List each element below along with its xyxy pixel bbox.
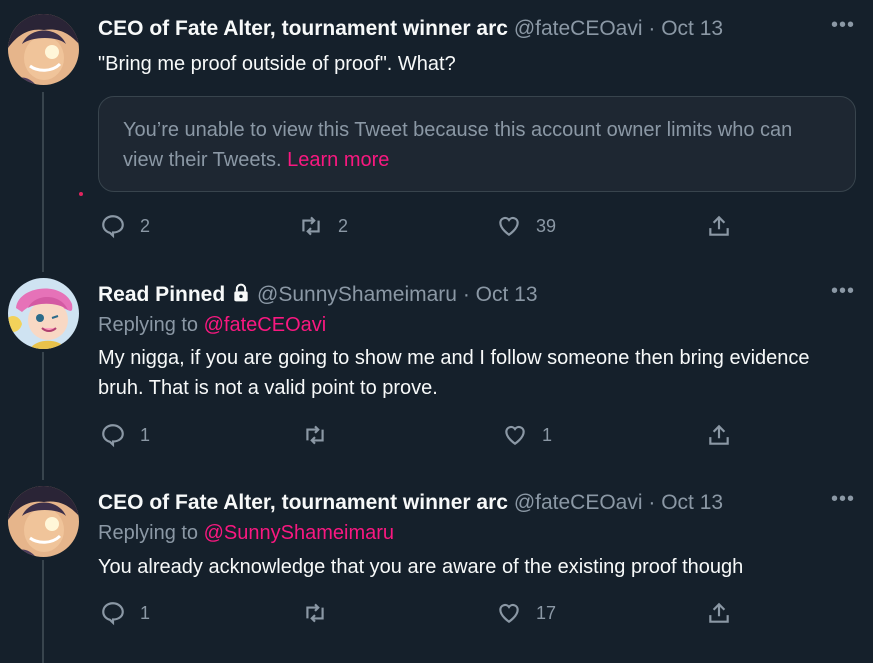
tweet-text: My nigga, if you are going to show me an… <box>98 347 810 399</box>
share-icon <box>709 424 729 445</box>
like-count: 17 <box>536 602 557 623</box>
mention-link[interactable]: @SunnyShameimaru <box>204 522 394 544</box>
share-button[interactable] <box>706 600 732 626</box>
replying-to: Replying to @SunnyShameimaru <box>98 522 394 545</box>
share-button[interactable] <box>706 422 732 448</box>
avatar[interactable] <box>8 278 79 349</box>
more-options-icon[interactable]: ••• <box>831 488 855 511</box>
tweet-actions: 1 17 <box>98 600 838 630</box>
retweet-button[interactable] <box>302 422 342 448</box>
reply-button[interactable]: 1 <box>100 600 150 626</box>
share-icon <box>709 215 729 236</box>
share-button[interactable] <box>706 213 732 239</box>
tweet-header: Read Pinned @SunnyShameimaru · Oct 13 <box>98 282 538 310</box>
more-options-icon[interactable]: ••• <box>831 14 855 37</box>
lock-icon <box>231 283 251 310</box>
share-icon <box>709 602 729 623</box>
learn-more-link[interactable]: Learn more <box>287 149 389 171</box>
replying-to-label: Replying to <box>98 314 199 336</box>
separator-dot: · <box>648 17 656 40</box>
retweet-button[interactable] <box>302 600 342 626</box>
unavailable-notice: You’re unable to view this Tweet because… <box>123 119 793 171</box>
heart-icon <box>505 425 525 445</box>
display-name[interactable]: CEO of Fate Alter, tournament winner arc <box>98 491 508 514</box>
more-options-icon[interactable]: ••• <box>831 280 855 303</box>
retweet-count: 2 <box>338 215 349 236</box>
separator-dot: · <box>648 491 656 514</box>
avatar[interactable] <box>8 486 79 557</box>
like-count: 39 <box>536 215 557 236</box>
like-button[interactable]: 39 <box>496 213 556 239</box>
reply-button[interactable]: 1 <box>100 422 150 448</box>
quoted-tweet-unavailable[interactable]: You’re unable to view this Tweet because… <box>98 96 856 192</box>
avatar[interactable] <box>8 14 79 85</box>
heart-icon <box>499 603 519 623</box>
tweet-date[interactable]: Oct 13 <box>661 17 723 40</box>
tweet-text: "Bring me proof outside of proof". What? <box>98 53 456 75</box>
separator-dot: · <box>462 283 470 306</box>
user-handle[interactable]: @fateCEOavi <box>514 17 643 40</box>
mention-link[interactable]: @fateCEOavi <box>204 314 327 336</box>
like-button[interactable]: 1 <box>502 422 552 448</box>
tweet[interactable]: CEO of Fate Alter, tournament winner arc… <box>0 486 873 646</box>
user-handle[interactable]: @SunnyShameimaru <box>257 283 457 306</box>
replying-to-label: Replying to <box>98 522 199 544</box>
tweet[interactable]: CEO of Fate Alter, tournament winner arc… <box>0 12 873 252</box>
tweet-date[interactable]: Oct 13 <box>476 283 538 306</box>
retweet-icon <box>306 425 324 445</box>
user-handle[interactable]: @fateCEOavi <box>514 491 643 514</box>
display-name[interactable]: Read Pinned <box>98 283 225 306</box>
reply-count: 2 <box>140 215 151 236</box>
replying-to: Replying to @fateCEOavi <box>98 314 326 337</box>
tweet-actions: 1 1 <box>98 422 838 452</box>
tweet-actions: 2 2 39 <box>98 213 838 243</box>
retweet-icon <box>302 216 320 236</box>
reply-count: 1 <box>140 602 151 623</box>
reply-button[interactable]: 2 <box>100 213 150 239</box>
tweet-text: You already acknowledge that you are awa… <box>98 556 744 578</box>
tweet-header: CEO of Fate Alter, tournament winner arc… <box>98 16 723 42</box>
retweet-icon <box>306 603 324 623</box>
like-button[interactable]: 17 <box>496 600 556 626</box>
display-name[interactable]: CEO of Fate Alter, tournament winner arc <box>98 17 508 40</box>
like-count: 1 <box>542 424 553 445</box>
tweet-header: CEO of Fate Alter, tournament winner arc… <box>98 490 723 516</box>
heart-icon <box>499 216 519 236</box>
reply-icon <box>102 602 124 626</box>
retweet-button[interactable]: 2 <box>298 213 348 239</box>
reply-icon <box>102 215 124 239</box>
reply-icon <box>102 424 124 448</box>
tweet[interactable]: Read Pinned @SunnyShameimaru · Oct 13 ••… <box>0 278 873 478</box>
reply-count: 1 <box>140 424 151 445</box>
tweet-date[interactable]: Oct 13 <box>661 491 723 514</box>
